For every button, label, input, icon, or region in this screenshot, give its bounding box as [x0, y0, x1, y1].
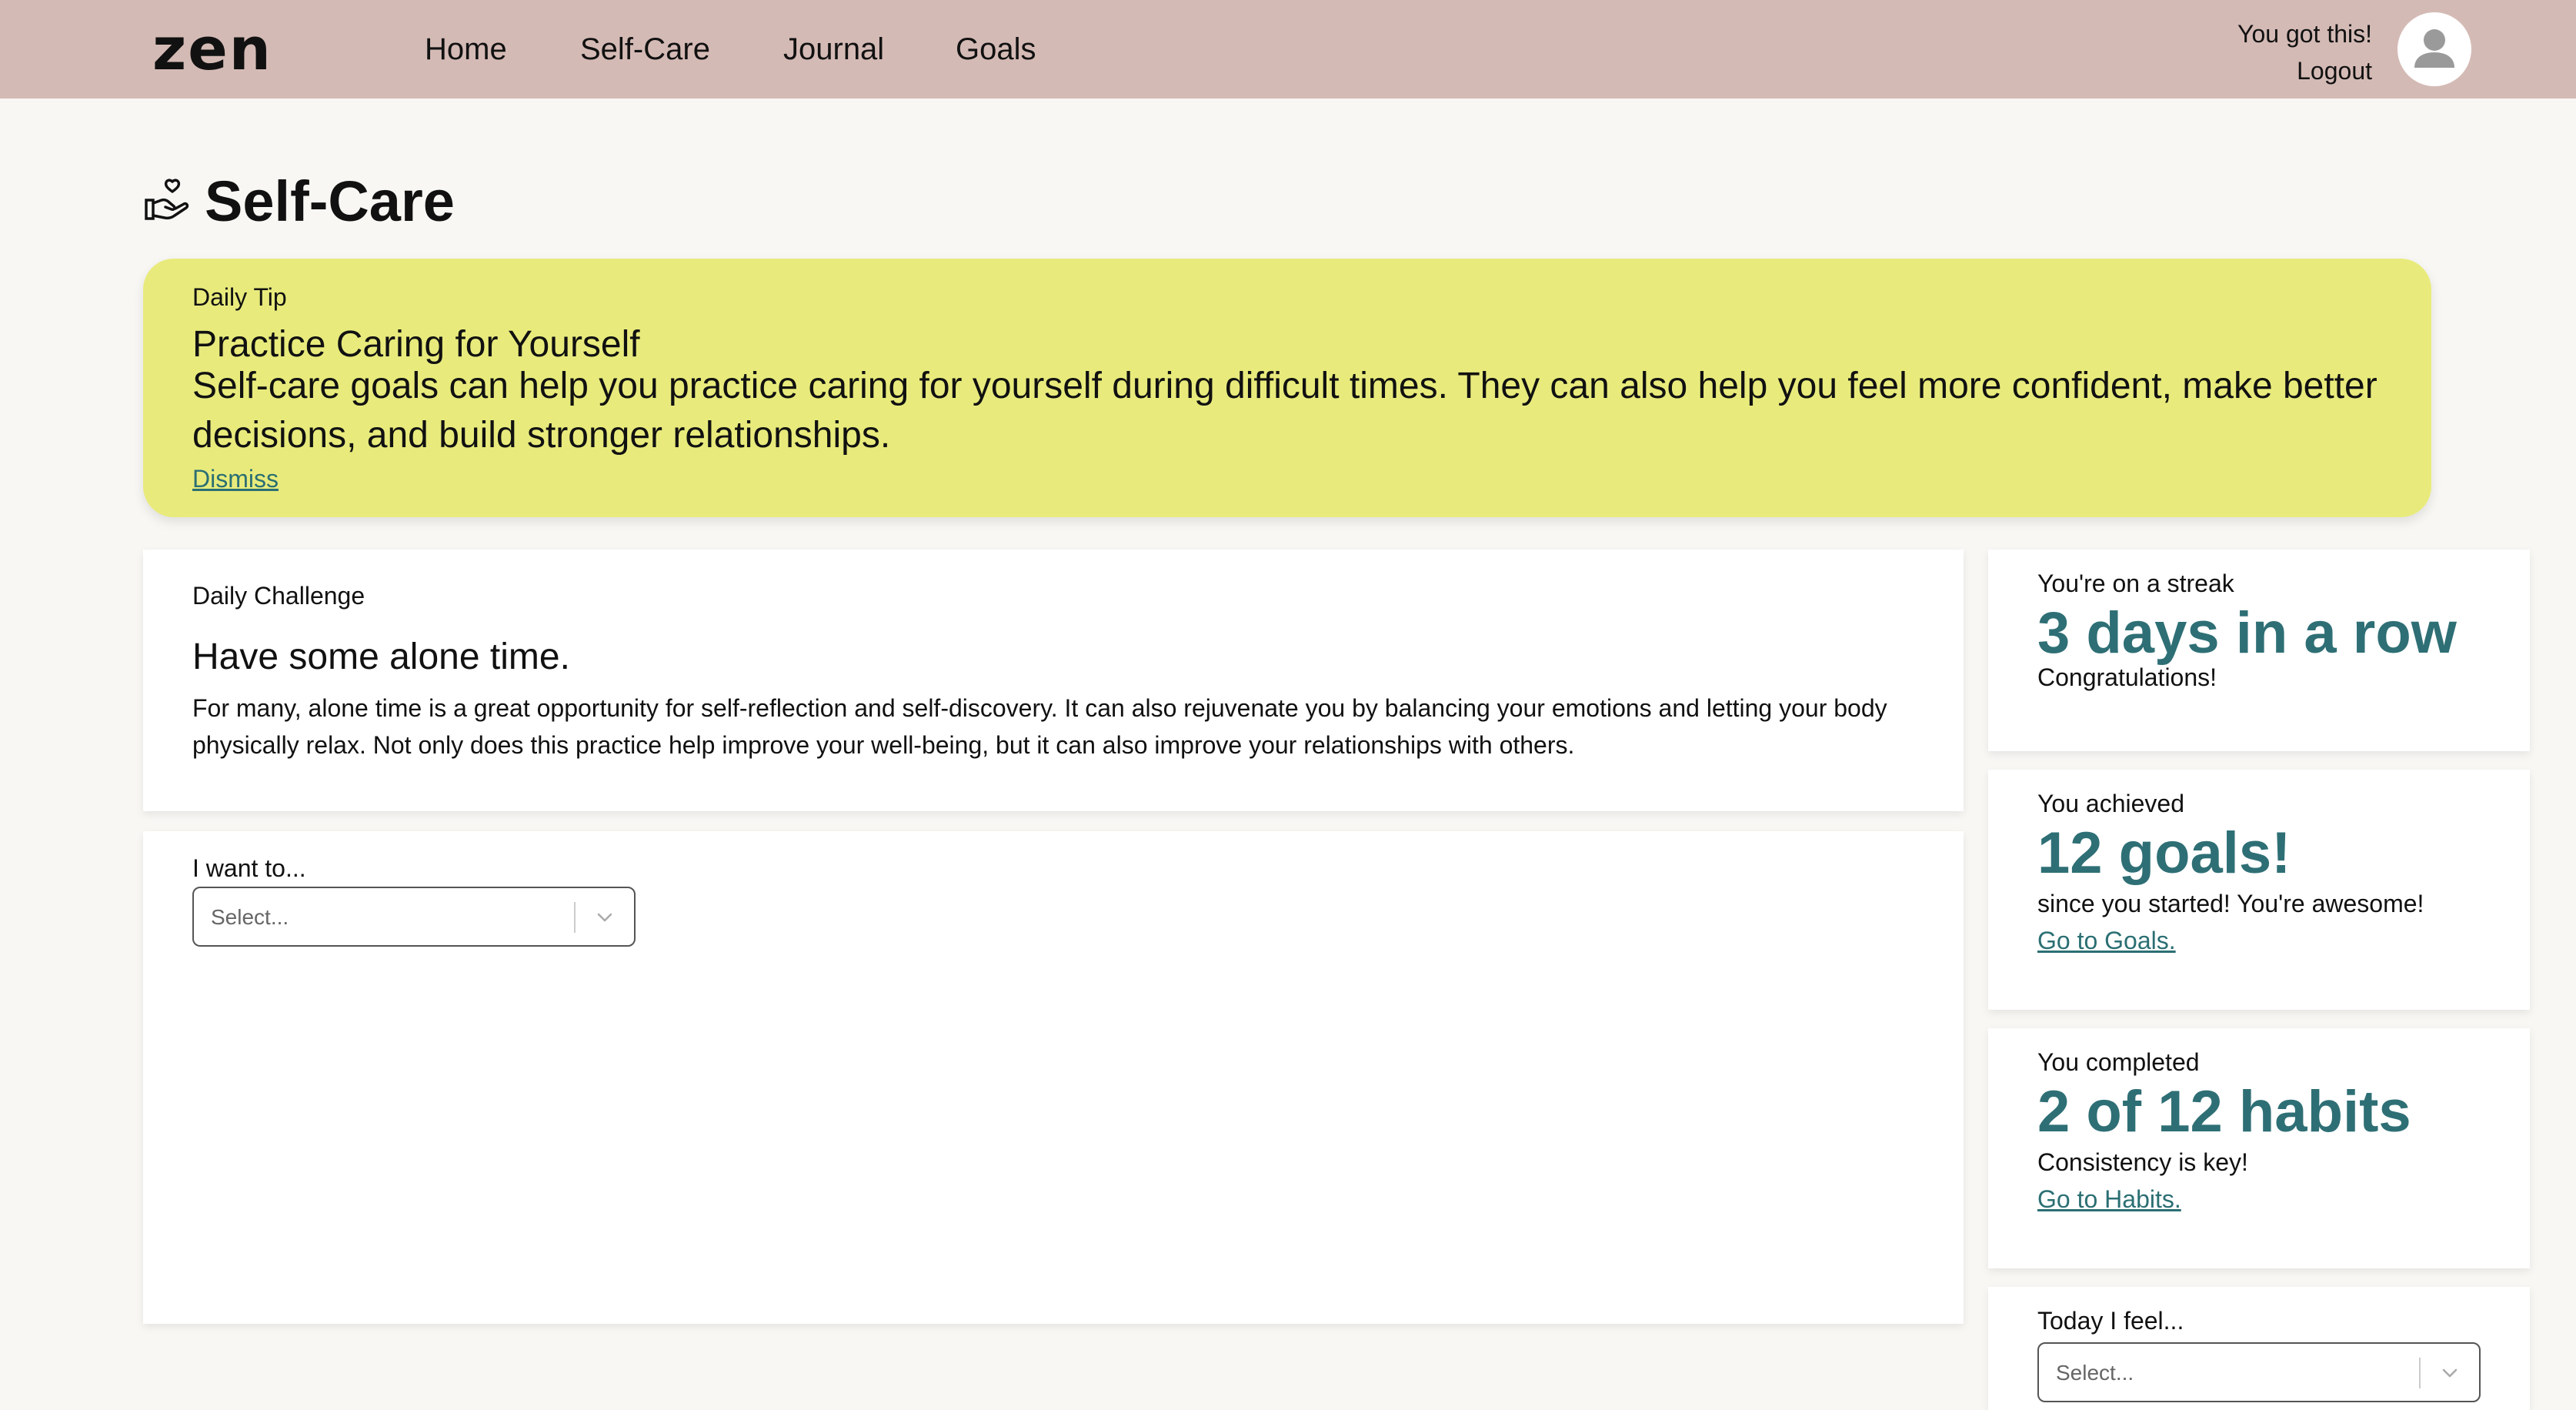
- tip-body: Self-care goals can help you practice ca…: [192, 366, 2377, 456]
- select-placeholder: Select...: [211, 905, 289, 929]
- select-separator: [2419, 1358, 2421, 1388]
- streak-card: You're on a streak 3 days in a row Congr…: [1988, 550, 2530, 751]
- nav-self-care[interactable]: Self-Care: [580, 31, 710, 68]
- challenge-kicker: Daily Challenge: [192, 582, 365, 610]
- want-to-select[interactable]: Select...: [192, 887, 636, 947]
- user-icon: [2414, 29, 2454, 68]
- feel-select[interactable]: Select...: [2037, 1342, 2481, 1402]
- greeting-text: You got this!: [2237, 20, 2372, 48]
- nav-journal[interactable]: Journal: [783, 31, 884, 68]
- want-to-label: I want to...: [192, 854, 306, 882]
- page-title: Self-Care: [205, 169, 455, 233]
- nav-home[interactable]: Home: [425, 31, 507, 68]
- user-greeting-block: You got this! Logout: [2237, 15, 2372, 89]
- daily-challenge-card: Daily Challenge Have some alone time. Fo…: [143, 550, 1964, 811]
- streak-value: 3 days in a row: [2037, 600, 2457, 666]
- chevron-down-icon[interactable]: [2438, 1361, 2462, 1385]
- chevron-down-icon[interactable]: [592, 905, 617, 930]
- habits-value: 2 of 12 habits: [2037, 1079, 2411, 1144]
- go-to-goals-link[interactable]: Go to Goals.: [2037, 925, 2176, 956]
- goals-kicker: You achieved: [2037, 790, 2184, 817]
- goals-message: since you started! You're awesome!: [2037, 890, 2424, 917]
- habits-message: Consistency is key!: [2037, 1148, 2248, 1176]
- select-placeholder: Select...: [2056, 1361, 2134, 1385]
- go-to-habits-link[interactable]: Go to Habits.: [2037, 1184, 2181, 1215]
- challenge-title: Have some alone time.: [192, 637, 570, 677]
- habits-card: You completed 2 of 12 habits Consistency…: [1988, 1028, 2530, 1268]
- goals-value: 12 goals!: [2037, 820, 2291, 886]
- tip-kicker: Daily Tip: [192, 283, 287, 311]
- hand-heart-icon: [145, 179, 189, 220]
- dismiss-link[interactable]: Dismiss: [192, 463, 279, 494]
- challenge-body: For many, alone time is a great opportun…: [192, 694, 1887, 759]
- streak-message: Congratulations!: [2037, 663, 2217, 691]
- select-separator: [574, 902, 576, 933]
- logout-link[interactable]: Logout: [2237, 52, 2372, 89]
- goals-card: You achieved 12 goals! since you started…: [1988, 770, 2530, 1010]
- want-to-card: I want to... Select...: [143, 831, 1964, 1324]
- nav-goals[interactable]: Goals: [956, 31, 1036, 68]
- top-navbar: zen Home Self-Care Journal Goals You got…: [0, 0, 2576, 99]
- feel-card: Today I feel... Select...: [1988, 1287, 2530, 1410]
- daily-tip-banner: Daily Tip Practice Caring for Yourself S…: [143, 259, 2431, 517]
- avatar[interactable]: [2397, 12, 2471, 86]
- streak-kicker: You're on a streak: [2037, 570, 2234, 597]
- feel-label: Today I feel...: [2037, 1307, 2184, 1335]
- habits-kicker: You completed: [2037, 1048, 2200, 1076]
- zen-logo[interactable]: zen: [152, 20, 272, 79]
